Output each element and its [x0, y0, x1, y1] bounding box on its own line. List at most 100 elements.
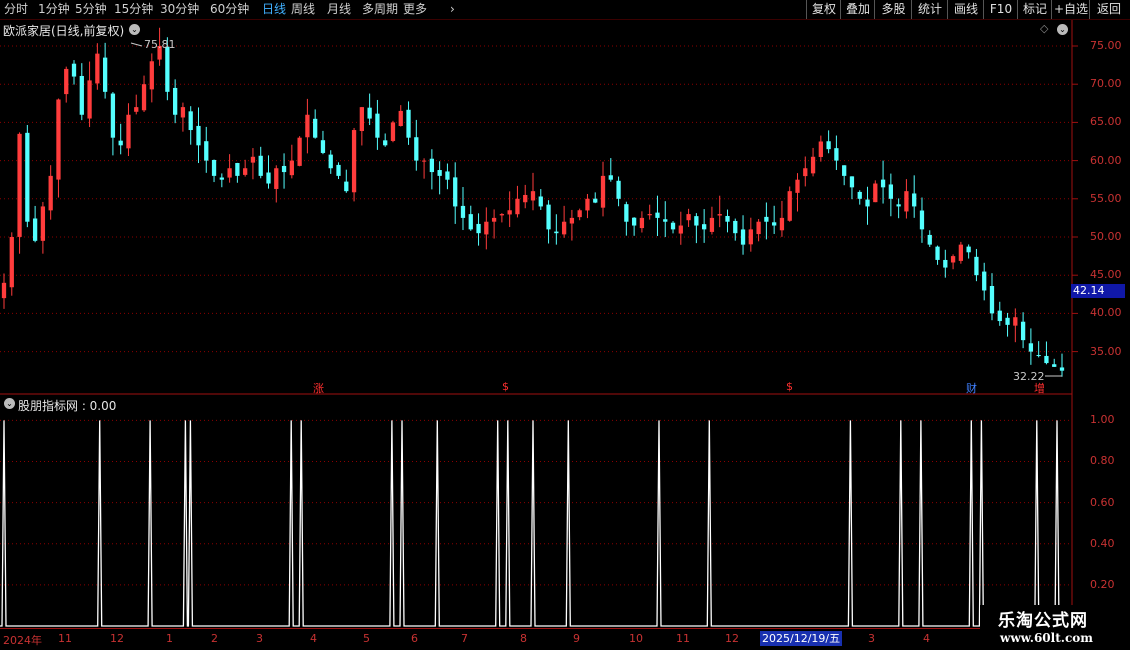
cursor-date: 2025/12/19/五: [760, 631, 843, 646]
candle-body: [896, 204, 901, 207]
candle-body: [608, 175, 613, 180]
candle-body: [857, 191, 862, 199]
candle-body: [406, 109, 411, 138]
indicator-title: 股朋指标网 : 0.00: [18, 399, 117, 413]
date-axis-label: 1: [166, 632, 173, 645]
candle-body: [414, 137, 419, 161]
date-axis-label: 9: [573, 632, 580, 645]
date-axis-label: 7: [461, 632, 468, 645]
watermark-title: 乐淘公式网: [998, 611, 1088, 631]
candle-body: [320, 140, 326, 153]
candle-body: [507, 210, 512, 215]
settings-dot-icon[interactable]: ⌄: [1057, 24, 1068, 35]
candle-body: [40, 206, 46, 241]
candle-body: [499, 214, 505, 216]
candle-body: [56, 99, 61, 180]
candle-body: [569, 217, 575, 224]
candle-body: [919, 210, 925, 230]
candle-body: [235, 163, 240, 176]
candle-body: [429, 158, 435, 173]
date-axis-label: 5: [363, 632, 370, 645]
candle-body: [966, 246, 971, 253]
candle-body: [243, 168, 248, 175]
date-axis-label: 12: [725, 632, 739, 645]
indicator-axis-label: 0.40: [1090, 536, 1115, 550]
event-marker[interactable]: $: [786, 380, 793, 393]
candle-body: [141, 84, 147, 111]
candle-body: [717, 214, 722, 216]
candle-body: [204, 141, 209, 161]
candle-body: [468, 214, 473, 230]
date-axis-label: 4: [310, 632, 317, 645]
event-marker[interactable]: 涨: [313, 380, 324, 396]
current-price-tag: 42.14: [1071, 284, 1125, 298]
candle-body: [655, 212, 660, 218]
candle-body: [577, 210, 582, 218]
date-axis-label: 10: [629, 632, 643, 645]
candle-body: [1005, 317, 1010, 325]
candle-body: [79, 75, 84, 115]
candle-body: [810, 156, 816, 174]
candle-body: [803, 168, 808, 177]
candle-body: [25, 132, 30, 222]
candle-body: [546, 204, 551, 230]
diamond-icon[interactable]: ◇: [1040, 22, 1048, 35]
candle-body: [460, 205, 466, 218]
candle-body: [1059, 367, 1065, 371]
event-marker[interactable]: $: [502, 380, 509, 393]
event-marker[interactable]: 财: [966, 380, 977, 396]
candlestick-series: [1, 27, 1065, 377]
date-axis-label: 11: [676, 632, 690, 645]
candle-body: [989, 286, 995, 314]
candle-body: [1020, 321, 1026, 341]
candle-body: [437, 170, 442, 176]
candle-body: [476, 223, 481, 234]
candle-body: [670, 222, 676, 230]
candle-body: [134, 107, 139, 112]
candle-body: [227, 168, 232, 178]
candle-body: [64, 68, 69, 95]
candle-body: [173, 87, 178, 115]
candle-body: [1052, 364, 1057, 367]
candle-body: [211, 159, 217, 176]
candle-body: [398, 110, 403, 126]
indicator-axis-label: 0.80: [1090, 454, 1115, 468]
candle-body: [336, 164, 341, 176]
candle-body: [219, 177, 224, 180]
candle-body: [1036, 355, 1041, 357]
candle-body: [779, 217, 785, 231]
event-marker[interactable]: 增: [1034, 380, 1045, 396]
candle-body: [950, 256, 956, 263]
candle-body: [561, 221, 567, 235]
candle-body: [149, 61, 154, 90]
candle-body: [165, 46, 170, 92]
candle-body: [694, 216, 699, 226]
candle-body: [196, 125, 201, 146]
candle-body: [678, 225, 683, 234]
candle-body: [484, 221, 489, 235]
candle-body: [888, 184, 893, 199]
candle-body: [1013, 317, 1018, 326]
date-axis-label: 2: [211, 632, 218, 645]
candle-body: [624, 204, 629, 222]
candle-body: [390, 122, 396, 141]
candle-body: [818, 141, 823, 157]
candle-body: [927, 234, 932, 245]
title-dropdown-icon[interactable]: ⌄: [129, 24, 140, 35]
candle-body: [110, 93, 116, 138]
candle-body: [421, 160, 427, 162]
candle-body: [445, 171, 450, 180]
candle-body: [188, 111, 193, 131]
watermark-url: www.60lt.com: [1000, 631, 1093, 645]
price-axis-label: 50.00: [1090, 230, 1122, 243]
candle-body: [849, 176, 855, 188]
chart-canvas: [0, 20, 1130, 629]
date-axis-label: 3: [868, 632, 875, 645]
candle-body: [725, 215, 730, 222]
candle-body: [281, 165, 287, 173]
indicator-dropdown-icon[interactable]: ⌄: [4, 398, 15, 409]
candle-body: [686, 214, 691, 221]
indicator-line: [0, 420, 1062, 627]
price-axis-label: 65.00: [1090, 115, 1122, 129]
candle-body: [982, 271, 987, 291]
